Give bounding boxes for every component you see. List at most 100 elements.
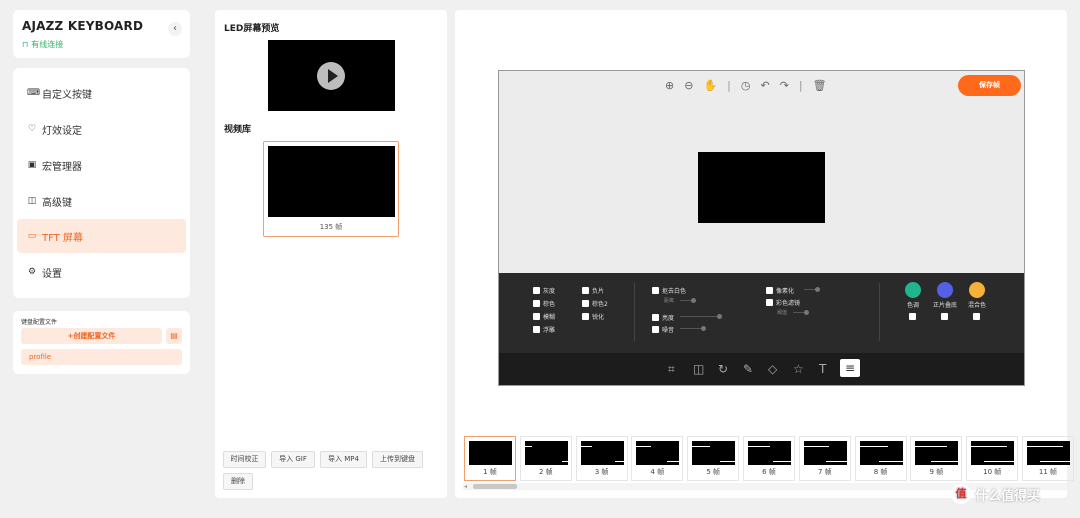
preview-title: LED屏幕预览 (224, 24, 280, 34)
import-file-icon[interactable]: ▤ (166, 328, 182, 344)
import-mp4-button[interactable]: 导入 MP4 (320, 451, 367, 468)
filter-label: 噪音 (662, 327, 675, 334)
sidebar-item-macro[interactable]: ▣ 宏管理器 (17, 148, 186, 182)
rotate-icon[interactable]: ↻ (718, 362, 728, 376)
sidebar-item-advanced-keys[interactable]: ◫ 高级键 (17, 184, 186, 218)
shape-icon[interactable]: ◇ (768, 362, 777, 376)
distance-slider[interactable] (680, 298, 696, 303)
frame-thumbnail[interactable]: 10 帧 (966, 436, 1019, 481)
upload-to-keyboard-button[interactable]: 上传到键盘 (372, 451, 423, 468)
distance-label: 距离 (664, 298, 675, 304)
hand-icon[interactable]: ✋ (703, 79, 717, 92)
history-icon[interactable]: ◷ (741, 79, 751, 92)
filter-sepia[interactable]: 棕色 (533, 299, 555, 308)
flip-icon[interactable]: ◫ (693, 362, 704, 376)
frame-thumbnail[interactable]: 3 帧 (575, 436, 628, 481)
frame-thumbnail[interactable]: 5 帧 (687, 436, 740, 481)
frame-line (524, 446, 533, 447)
frame-line (971, 446, 1007, 447)
sidebar-item-lighting[interactable]: ♡ 灯效设定 (17, 112, 186, 146)
play-icon[interactable] (317, 62, 345, 90)
bulb-icon: ♡ (27, 124, 37, 134)
blend-mix-swatch[interactable] (969, 282, 985, 298)
profile-panel: 键盘配置文件 +创建配置文件 ▤ profile (13, 311, 190, 374)
filter-remove-white[interactable]: 抠去白色 (652, 286, 686, 295)
import-gif-button[interactable]: 导入 GIF (271, 451, 315, 468)
frame-thumbnail[interactable]: 7 帧 (798, 436, 851, 481)
checkbox[interactable] (582, 313, 589, 320)
sidebar-item-label: 自定义按键 (42, 89, 92, 101)
frame-thumbnail[interactable]: 2 帧 (519, 436, 572, 481)
checkbox[interactable] (766, 299, 773, 306)
frame-thumbnail[interactable]: 4 帧 (631, 436, 684, 481)
profile-item[interactable]: profile (21, 349, 182, 365)
delete-icon[interactable]: 🗑 (813, 79, 827, 92)
filter-brightness[interactable]: 亮度 (652, 313, 674, 322)
video-item[interactable]: 135 帧 (263, 141, 399, 237)
draw-icon[interactable]: ✎ (743, 362, 753, 376)
blend-tint-swatch[interactable] (905, 282, 921, 298)
checkbox[interactable] (533, 300, 540, 307)
frame-thumbnail[interactable]: 11 帧 (1022, 436, 1074, 481)
sidebar-item-custom-keys[interactable]: ⌨ 自定义按键 (17, 76, 186, 110)
filter-pixelate[interactable]: 像素化 (766, 286, 794, 295)
frame-line (692, 446, 711, 447)
frame-thumbnail[interactable]: 6 帧 (743, 436, 795, 481)
frame-preview (692, 441, 736, 465)
collapse-sidebar-button[interactable]: ‹ (168, 22, 182, 36)
divider: | (727, 78, 731, 92)
frame-thumbnail[interactable]: 9 帧 (910, 436, 963, 481)
checkbox[interactable] (533, 326, 540, 333)
checkbox[interactable] (766, 287, 773, 294)
save-frame-button[interactable]: 保存帧 (958, 75, 1021, 96)
zoom-in-icon[interactable]: ⊕ (665, 79, 674, 92)
create-profile-button[interactable]: +创建配置文件 (21, 328, 162, 344)
sidebar-item-settings[interactable]: ⚙ 设置 (17, 255, 186, 289)
blend-mix-checkbox[interactable] (973, 313, 980, 320)
checkbox[interactable] (652, 314, 659, 321)
edit-canvas[interactable] (698, 152, 825, 223)
time-calibrate-button[interactable]: 时间校正 (223, 451, 266, 468)
filter-blur[interactable]: 模糊 (533, 312, 555, 321)
checkbox[interactable] (533, 313, 540, 320)
checkbox[interactable] (652, 287, 659, 294)
noise-slider[interactable] (680, 326, 706, 331)
redo-icon[interactable]: ↷ (780, 79, 789, 92)
frame-thumbnail[interactable]: 1 帧 (464, 436, 516, 481)
checkbox[interactable] (582, 300, 589, 307)
checkbox[interactable] (652, 326, 659, 333)
filter-noise[interactable]: 噪音 (652, 325, 674, 334)
delete-button[interactable]: 删除 (223, 473, 253, 490)
brightness-slider[interactable] (680, 314, 722, 319)
frame-line (915, 446, 948, 447)
frame-thumbnail[interactable]: 8 帧 (854, 436, 907, 481)
text-icon[interactable]: T (819, 362, 826, 376)
blend-multiply-swatch[interactable] (937, 282, 953, 298)
connection-status: ⊓ 有线连接 (22, 39, 63, 50)
pixelate-slider[interactable] (804, 287, 820, 292)
threshold-slider[interactable] (793, 310, 809, 315)
filter-invert[interactable]: 负片 (582, 286, 604, 295)
crop-icon[interactable]: ⌗ (668, 362, 675, 376)
filter-label: 浮雕 (543, 327, 556, 334)
scrollbar-thumb[interactable] (473, 484, 517, 489)
filter-sharpen[interactable]: 锐化 (582, 312, 604, 321)
filter-color-filter[interactable]: 彩色滤镜 (766, 298, 800, 307)
blend-multiply-checkbox[interactable] (941, 313, 948, 320)
sidebar-item-label: 设置 (42, 268, 62, 280)
filter-sepia2[interactable]: 棕色2 (582, 299, 608, 308)
checkbox[interactable] (533, 287, 540, 294)
frame-preview (524, 441, 568, 465)
scroll-left-icon[interactable]: ◂ (464, 483, 467, 490)
editor-toolbar: ⊕ ⊖ ✋ | ◷ ↶ ↷ | 🗑 (665, 77, 827, 93)
divider (879, 283, 880, 341)
undo-icon[interactable]: ↶ (760, 79, 769, 92)
blend-tint-checkbox[interactable] (909, 313, 916, 320)
zoom-out-icon[interactable]: ⊖ (684, 79, 693, 92)
filter-grayscale[interactable]: 灰度 (533, 286, 555, 295)
sidebar-item-tft-screen[interactable]: ▭ TFT 屏幕 (17, 219, 186, 253)
star-icon[interactable]: ☆ (793, 362, 804, 376)
filter-icon[interactable]: ≡ (840, 359, 860, 377)
checkbox[interactable] (582, 287, 589, 294)
filter-emboss[interactable]: 浮雕 (533, 325, 555, 334)
